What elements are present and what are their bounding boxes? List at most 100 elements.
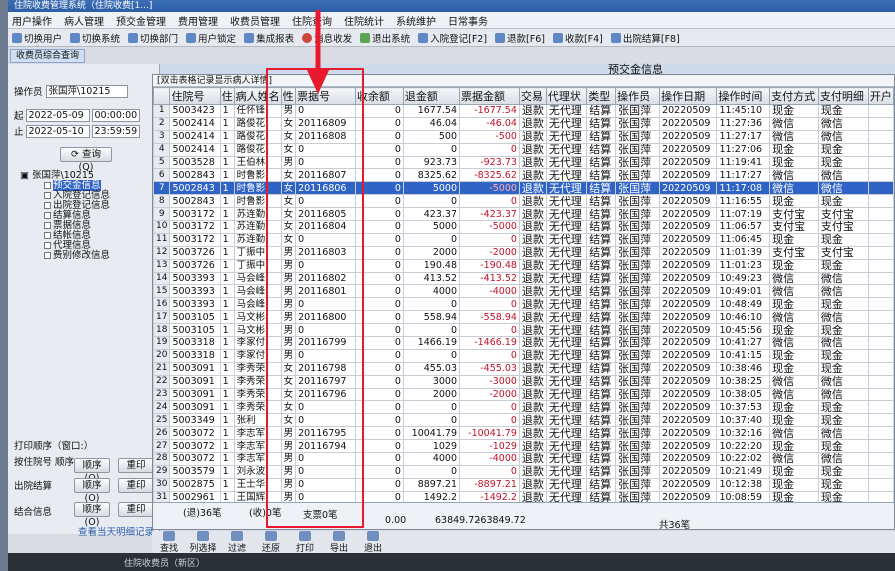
menu-item-4[interactable]: 收费员管理: [230, 13, 280, 28]
cell-sex: 男: [280, 452, 297, 466]
col-header[interactable]: 支付明细: [817, 87, 869, 105]
cell-b: 1: [219, 464, 235, 479]
table-row[interactable]: 10 5003172 1 苏连勤女 20116804 0 5000 -5000 退款 无代理 结算张…: [153, 220, 894, 234]
tree-item-7[interactable]: 费别修改信息: [20, 251, 156, 261]
toolbar-button-7[interactable]: 入院登记[F2]: [418, 31, 487, 45]
table-row[interactable]: 18 5003105 1 马文彬男 0 0 0 0 退款 无代理 结算 张国萍 20220509 10:4…: [153, 323, 894, 338]
table-row[interactable]: 11 5003172 1 苏连勤女 0 0 0 0 退款 无代理 结算 张国萍 20220509 11:0…: [153, 232, 894, 247]
col-header[interactable]: 代理状: [545, 87, 588, 105]
total-count: 共36笔: [659, 520, 691, 530]
order-button-2[interactable]: 顺序(O): [74, 478, 110, 504]
table-row[interactable]: 22 5003091 1 李秀荣女 20116797 0 3000 -3000 退款 无代理 结算张…: [153, 374, 894, 389]
col-header[interactable]: 票据号: [295, 87, 356, 105]
table-row[interactable]: 6 5002843 1 时鲁影女 20116807 0 8325.62 -8325.62 退款无…: [153, 168, 894, 183]
col-header[interactable]: 支付方式: [769, 87, 819, 105]
toolbar-button-4[interactable]: 集成报表: [244, 31, 294, 45]
table-row[interactable]: 27 5003072 1 李志军男 20116794 0 1029 -1029 退款 无代理 结算张…: [153, 439, 894, 454]
table-row[interactable]: 23 5003091 1 李秀荣女 20116796 0 2000 -2000 退款 无代理 结算张…: [153, 387, 894, 402]
col-header[interactable]: 收余额: [354, 87, 404, 105]
col-header[interactable]: 性: [280, 87, 297, 105]
toolbar-button-3[interactable]: 用户锁定: [186, 31, 236, 45]
menu-item-2[interactable]: 预交金管理: [116, 13, 166, 28]
table-row[interactable]: 16 5003393 1 马会峰男 0 0 0 0 退款 无代理 结算 张国萍 20220509 10:4…: [153, 297, 894, 312]
menu-item-0[interactable]: 用户操作: [12, 13, 52, 28]
table-row[interactable]: 5 5003528 1 王伯林男 0 0 923.73 -923.73 退款 无代理 结算 张国萍 20…: [153, 155, 894, 170]
bottom-button-5[interactable]: 导出: [322, 530, 356, 554]
table-row[interactable]: 4 5002414 1 路俊花女 0 0 0 0 退款 无代理 结算 张国萍 20220509 11:27…: [153, 142, 894, 157]
toolbar-button-5[interactable]: 消息收发: [302, 31, 352, 45]
table-row[interactable]: 3 5002414 1 路俊花女 20116808 0 500 -500 退款 无代理 结算 张国萍 2…: [153, 129, 894, 144]
menu-item-7[interactable]: 系统维护: [396, 13, 436, 28]
col-header[interactable]: 病人姓名: [233, 87, 282, 105]
col-header[interactable]: 类型: [586, 87, 617, 105]
end-date-field[interactable]: 2022-05-10: [25, 124, 90, 138]
table-row[interactable]: 17 5003105 1 马文彬男 20116800 0 558.94 -558.94 退款 无代…: [153, 310, 894, 325]
row-number: 13: [153, 258, 171, 273]
table-row[interactable]: 28 5003072 1 李志军男 0 0 4000 -4000 退款 无代理 结算 张国萍 20220…: [153, 452, 894, 466]
table-row[interactable]: 26 5003072 1 李志军男 20116795 0 10041.79 -10041.79…: [153, 426, 894, 441]
cell-refund: 46.04: [402, 116, 461, 131]
toolbar-button-10[interactable]: 出院结算[F8]: [610, 31, 680, 45]
col-header[interactable]: 住: [219, 87, 235, 105]
toolbar-button-6[interactable]: 退出系统: [360, 31, 410, 45]
bottom-button-4[interactable]: 打印: [288, 530, 322, 554]
toolbar-button-8[interactable]: 退款[F6]: [495, 31, 545, 45]
bottom-button-1[interactable]: 列选择: [186, 530, 220, 554]
col-header[interactable]: 开户: [867, 87, 894, 105]
row-number: 25: [153, 413, 171, 428]
table-row[interactable]: 13 5003726 1 丁振中男 0 0 190.48 -190.48 退款 无代理 结算 张国萍 2…: [153, 258, 894, 273]
toolbar-button-9[interactable]: 收款[F4]: [552, 31, 603, 45]
operator-select[interactable]: 张国萍\10215: [45, 84, 128, 98]
menu-item-1[interactable]: 病人管理: [64, 13, 104, 28]
col-header[interactable]: 操作员: [615, 87, 661, 105]
view-today-link[interactable]: 查看当天明细记录: [78, 524, 154, 538]
order-button-1[interactable]: 顺序(O): [74, 458, 110, 484]
table-row[interactable]: 29 5003579 1 刘永波男 0 0 0 0 退款 无代理 结算 张国萍 20220509 10:2…: [153, 464, 894, 479]
cell-detail: 微信: [817, 168, 869, 183]
table-row[interactable]: 9 5003172 1 苏连勤女 20116805 0 423.37 -423.37 退款 无代理…: [153, 207, 894, 222]
table-row[interactable]: 30 5002875 1 王士华男 0 0 8897.21 -8897.21 退款 无代理 结算 张国…: [153, 477, 894, 492]
table-row[interactable]: 2 5002414 1 路俊花女 20116809 0 46.04 -46.04 退款 无代理 结算…: [153, 116, 894, 131]
bottom-button-0[interactable]: 查找: [152, 530, 186, 554]
tab-cashier-query[interactable]: 收费员综合查询: [10, 49, 85, 63]
menu-item-6[interactable]: 住院统计: [344, 13, 384, 28]
row-number: 20: [153, 348, 171, 363]
reprint-button-2[interactable]: 重印: [118, 478, 154, 493]
end-time-field[interactable]: 23:59:59: [91, 124, 140, 138]
table-row[interactable]: 12 5003726 1 丁振中男 20116803 0 2000 -2000 退款 无代理 结算张…: [153, 245, 894, 260]
table-row[interactable]: 14 5003393 1 马会峰男 20116802 0 413.52 -413.52 退款 无代…: [153, 271, 894, 286]
order-button-3[interactable]: 顺序(O): [74, 502, 110, 528]
col-header[interactable]: 交易: [518, 87, 547, 105]
table-row[interactable]: 1 5003423 1 任怀锋男 0 0 1677.54 -1677.54 退款 无代理 结算 张国萍…: [153, 104, 894, 118]
menu-item-3[interactable]: 费用管理: [178, 13, 218, 28]
table-row[interactable]: 21 5003091 1 李秀荣女 20116798 0 455.03 -455.03 退款 无代…: [153, 361, 894, 376]
col-header[interactable]: 退金额: [402, 87, 461, 105]
table-row[interactable]: 8 5002843 1 时鲁影女 0 0 0 0 退款 无代理 结算 张国萍 20220509 11:16…: [153, 194, 894, 209]
reprint-button-1[interactable]: 重印: [118, 458, 154, 473]
reprint-button-3[interactable]: 重印: [118, 502, 154, 517]
cell-account: [867, 142, 894, 157]
menu-item-5[interactable]: 住院查询: [292, 13, 332, 28]
cell-b: 1: [219, 271, 235, 286]
table-row[interactable]: 7 5002843 1 时鲁影女 20116806 0 5000 -5000 退款 无代理 结算 张国…: [153, 181, 894, 196]
table-row[interactable]: 24 5003091 1 李秀荣女 0 0 0 0 退款 无代理 结算 张国萍 20220509 10:3…: [153, 400, 894, 415]
table-row[interactable]: 15 5003393 1 马会峰男 20116801 0 4000 -4000 退款 无代理 结算张…: [153, 284, 894, 299]
query-button[interactable]: ⟳ 查询(Q): [60, 147, 112, 173]
toolbar-button-0[interactable]: 切换用户: [12, 31, 62, 45]
table-row[interactable]: 19 5003318 1 李家付男 20116799 0 1466.19 -1466.19 退款…: [153, 336, 894, 350]
col-header[interactable]: 票据金额: [459, 87, 520, 105]
col-header[interactable]: 操作时间: [716, 87, 771, 105]
bottom-button-6[interactable]: 退出: [356, 530, 390, 554]
toolbar-button-1[interactable]: 切换系统: [70, 31, 120, 45]
start-time-field[interactable]: 00:00:00: [91, 108, 140, 122]
col-header[interactable]: 住院号: [169, 87, 221, 105]
table-row[interactable]: 20 5003318 1 李家付男 0 0 0 0 退款 无代理 结算 张国萍 20220509 10:4…: [153, 348, 894, 363]
table-row[interactable]: 25 5003349 1 张利女 0 0 0 0 退款 无代理 结算 张国萍 20220509 10:37…: [153, 413, 894, 428]
col-header[interactable]: 操作日期: [659, 87, 718, 105]
menu-item-8[interactable]: 日常事务: [448, 13, 488, 28]
bottom-button-2[interactable]: 过滤: [220, 530, 254, 554]
toolbar-button-2[interactable]: 切换部门: [128, 31, 178, 45]
cell-id: 5003091: [169, 400, 221, 415]
start-date-field[interactable]: 2022-05-09: [25, 108, 90, 122]
bottom-button-3[interactable]: 还原: [254, 530, 288, 554]
